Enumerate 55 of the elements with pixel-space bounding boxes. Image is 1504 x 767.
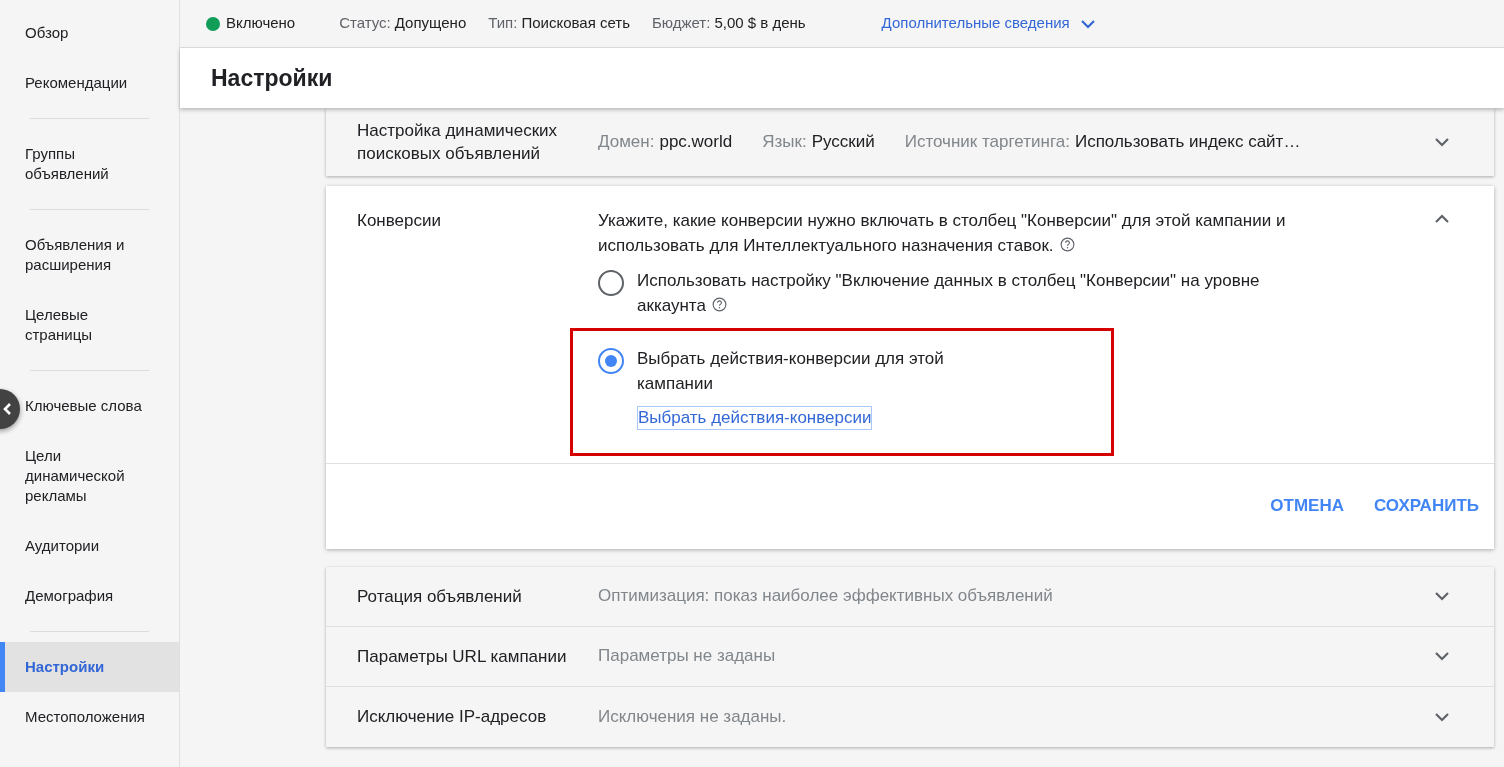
field-label: Язык:: [762, 131, 807, 154]
help-icon[interactable]: [711, 297, 727, 312]
radio-label[interactable]: Выбрать действия-конверсии для этой кампании: [637, 346, 1111, 396]
sidebar-item[interactable]: Группы объявлений: [21, 129, 179, 199]
footer-button[interactable]: ОТМЕНА: [1270, 493, 1344, 519]
sidebar-item[interactable]: Объявления и расширения: [21, 220, 179, 290]
choose-conversions-link[interactable]: Выбрать действия-конверсии: [637, 406, 873, 430]
sidebar-item[interactable]: Настройки: [0, 642, 179, 692]
field-value: ppc.world: [659, 131, 733, 154]
section-title: Конверсии: [357, 210, 442, 232]
field-label: Домен:: [598, 131, 655, 154]
more-details-link[interactable]: Дополнительные сведения: [881, 12, 1096, 35]
field-value: Использовать индекс сайт…: [1074, 131, 1301, 154]
page-title: Настройки: [211, 63, 333, 93]
help-icon[interactable]: [1059, 237, 1075, 252]
field-value: Поисковая сеть: [521, 13, 630, 34]
sidebar-item[interactable]: Обзор: [21, 8, 179, 58]
footer-button[interactable]: СОХРАНИТЬ: [1374, 493, 1479, 519]
field-value: Русский: [811, 131, 875, 154]
section-summary: Параметры не заданы: [598, 645, 776, 668]
chevron-up-icon[interactable]: [1434, 214, 1450, 224]
section-summary: Оптимизация: показ наиболее эффективных объявлений: [598, 585, 1053, 608]
section-title: Исключение IP-адресов: [357, 706, 548, 728]
settings-row[interactable]: Параметры URL кампании Параметры не заданы: [326, 626, 1494, 687]
sidebar-item[interactable]: Демография: [21, 571, 179, 621]
field-value: Допущено: [394, 13, 467, 34]
status-label: Включено: [226, 13, 296, 34]
settings-row[interactable]: Исключение IP-адресов Исключения не заданы.: [326, 686, 1494, 747]
sidebar-item[interactable]: Ключевые слова: [21, 381, 179, 431]
chevron-down-icon[interactable]: [1434, 137, 1450, 147]
section-title: Параметры URL кампании: [357, 645, 568, 668]
field-label: Бюджет:: [651, 13, 711, 34]
radio-button[interactable]: [598, 348, 624, 374]
settings-row[interactable]: Ротация объявлений Оптимизация: показ наиболее эффективных объявлений: [326, 566, 1494, 627]
radio-button[interactable]: [598, 270, 624, 296]
chevron-left-icon: [2, 402, 12, 416]
radio-label[interactable]: Использовать настройку "Включение данных в столбец "Конверсии" на уровне аккаунта: [637, 268, 1434, 318]
field-value: 5,00 $ в день: [714, 13, 806, 34]
sidebar-item[interactable]: Цели динамической рекламы: [21, 431, 179, 521]
settings-row[interactable]: Настройка динамических поисковых объявлений Домен: ppc.world Язык: Русский Источник таргетинга: Использовать индекс сайт…: [326, 108, 1494, 176]
field-label: Статус:: [339, 13, 391, 34]
section-title: Ротация объявлений: [357, 585, 523, 608]
sidebar-item[interactable]: Аудитории: [21, 521, 179, 571]
field-label: Тип:: [488, 13, 518, 34]
section-description: Укажите, какие конверсии нужно включать в столбец "Конверсии" для этой кампании и использовать для Интеллектуального назначения ставок.: [598, 210, 1287, 257]
sidebar-item[interactable]: Рекомендации: [21, 58, 179, 108]
chevron-down-icon[interactable]: [1434, 591, 1450, 601]
chevron-down-icon[interactable]: [1434, 651, 1450, 661]
section-title: Настройка динамических поисковых объявлений: [357, 120, 559, 165]
sidebar-item[interactable]: Местоположения: [21, 692, 179, 742]
field-label: Источник таргетинга:: [904, 131, 1070, 154]
chevron-down-icon[interactable]: [1079, 18, 1096, 29]
chevron-down-icon[interactable]: [1434, 711, 1450, 722]
sidebar-item[interactable]: Целевые страницы: [21, 290, 179, 360]
section-summary: Исключения не заданы.: [598, 705, 787, 728]
